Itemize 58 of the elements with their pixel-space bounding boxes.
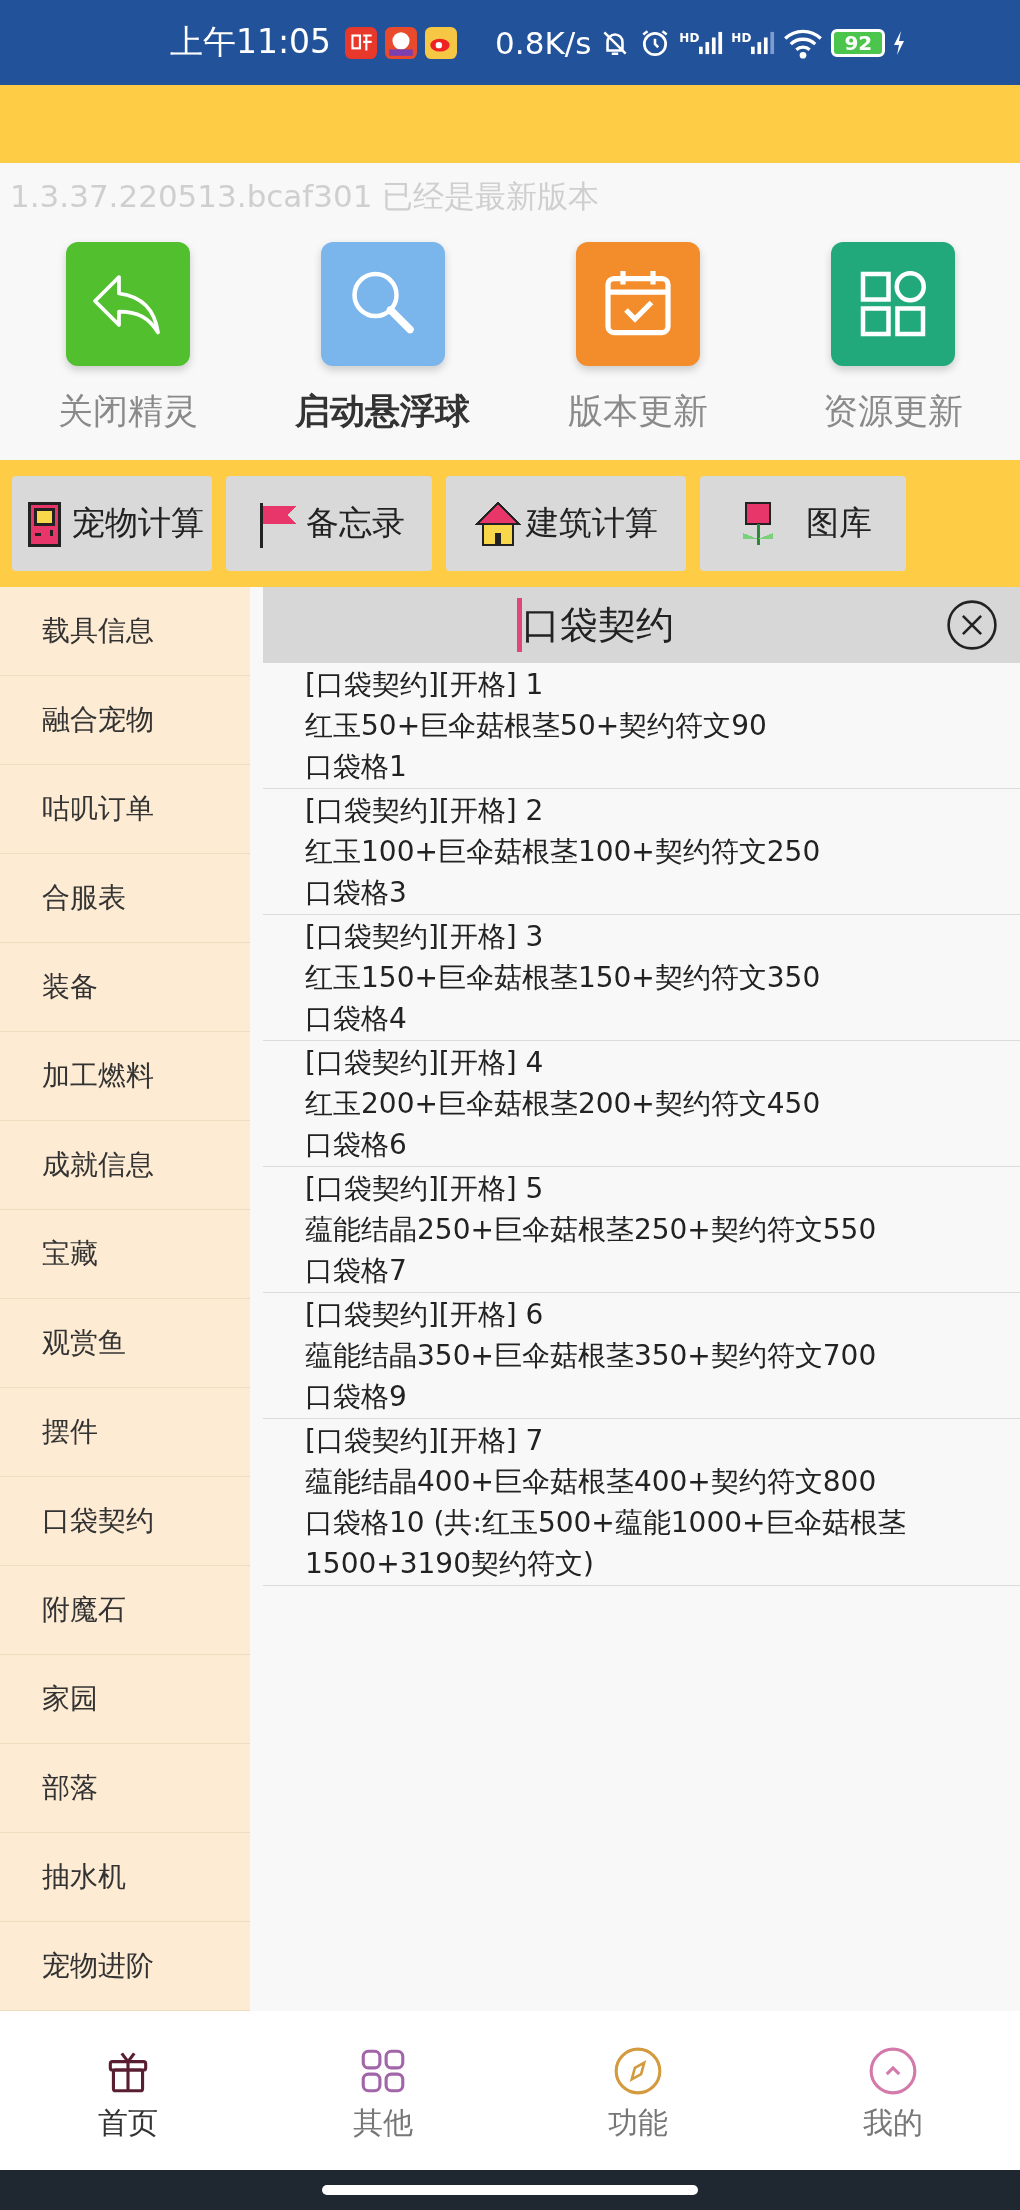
network-type: HD bbox=[679, 30, 700, 45]
sidebar-item[interactable]: 加工燃料 bbox=[0, 1032, 250, 1121]
signal-icon bbox=[699, 30, 724, 55]
result-line: [口袋契约][开格] 3 bbox=[305, 919, 545, 955]
tool-button[interactable]: 图库 bbox=[700, 476, 906, 571]
network-speed: 0.8K/s bbox=[495, 24, 592, 61]
sidebar-item[interactable]: 家园 bbox=[0, 1655, 250, 1744]
close-icon[interactable] bbox=[946, 599, 998, 651]
result-line: [口袋契约][开格] 2 bbox=[305, 793, 545, 829]
sidebar-item[interactable]: 合服表 bbox=[0, 854, 250, 943]
tool-button[interactable]: 宠物计算 bbox=[12, 476, 212, 571]
sidebar-item[interactable]: 附魔石 bbox=[0, 1566, 250, 1655]
result-line: 口袋格9 bbox=[305, 1379, 408, 1415]
sidebar-item[interactable]: 抽水机 bbox=[0, 1833, 250, 1922]
search-field[interactable]: 口袋契约 bbox=[522, 603, 692, 647]
result-line: [口袋契约][开格] 4 bbox=[305, 1045, 545, 1081]
result-line: 红玉150+巨伞菇根茎150+契约符文350 bbox=[305, 960, 822, 996]
result-line: 蕴能结晶250+巨伞菇根茎250+契约符文550 bbox=[305, 1212, 878, 1248]
result-line: 口袋格4 bbox=[305, 1001, 408, 1037]
tool-button[interactable]: 建筑计算 bbox=[446, 476, 686, 571]
result-line: [口袋契约][开格] 1 bbox=[305, 667, 545, 703]
clock: 上午11:05 bbox=[170, 21, 332, 63]
nav-tab[interactable]: 首页 bbox=[0, 2011, 255, 2170]
sidebar-item[interactable]: 宝藏 bbox=[0, 1210, 250, 1299]
battery-level: 92 bbox=[831, 28, 886, 57]
sidebar-item[interactable]: 口袋契约 bbox=[0, 1477, 250, 1566]
sidebar-item[interactable]: 装备 bbox=[0, 943, 250, 1032]
result-line: 口袋格3 bbox=[305, 875, 408, 911]
shortcut-button[interactable]: 启动悬浮球 bbox=[255, 230, 510, 460]
result-line: 口袋格6 bbox=[305, 1127, 408, 1163]
result-line: 蕴能结晶400+巨伞菇根茎400+契约符文800 bbox=[305, 1464, 878, 1500]
sidebar-item[interactable]: 观赏鱼 bbox=[0, 1299, 250, 1388]
tool-button[interactable]: 备忘录 bbox=[226, 476, 432, 571]
result-line: 蕴能结晶350+巨伞菇根茎350+契约符文700 bbox=[305, 1338, 878, 1374]
sidebar-item[interactable]: 融合宠物 bbox=[0, 676, 250, 765]
sidebar-item[interactable]: 摆件 bbox=[0, 1388, 250, 1477]
result-line: [口袋契约][开格] 7 bbox=[305, 1423, 545, 1459]
signal-icon bbox=[751, 30, 776, 55]
nav-tab[interactable]: 我的 bbox=[765, 2011, 1020, 2170]
app-notification-icon bbox=[385, 26, 418, 59]
sidebar-item[interactable]: 咕叽订单 bbox=[0, 765, 250, 854]
result-line: 口袋格10 (共:红玉500+蕴能1000+巨伞菇根茎1500+3190契约符文) bbox=[305, 1505, 907, 1582]
sidebar-item[interactable]: 载具信息 bbox=[0, 587, 250, 676]
result-line: 口袋格1 bbox=[305, 749, 408, 785]
result-line: [口袋契约][开格] 6 bbox=[305, 1297, 545, 1333]
app-notification-icon bbox=[345, 26, 378, 59]
text-cursor bbox=[517, 598, 522, 652]
nav-tab[interactable]: 功能 bbox=[510, 2011, 765, 2170]
network-type: HD bbox=[731, 30, 752, 45]
result-line: 口袋格7 bbox=[305, 1253, 408, 1289]
nav-tab[interactable]: 其他 bbox=[255, 2011, 510, 2170]
result-line: [口袋契约][开格] 5 bbox=[305, 1171, 545, 1207]
result-line: 红玉100+巨伞菇根茎100+契约符文250 bbox=[305, 834, 822, 870]
sidebar-item[interactable]: 部落 bbox=[0, 1744, 250, 1833]
charging-icon bbox=[893, 30, 906, 55]
result-line: 红玉50+巨伞菇根茎50+契约符文90 bbox=[305, 708, 768, 744]
result-line: 红玉200+巨伞菇根茎200+契约符文450 bbox=[305, 1086, 822, 1122]
sidebar-item[interactable]: 成就信息 bbox=[0, 1121, 250, 1210]
